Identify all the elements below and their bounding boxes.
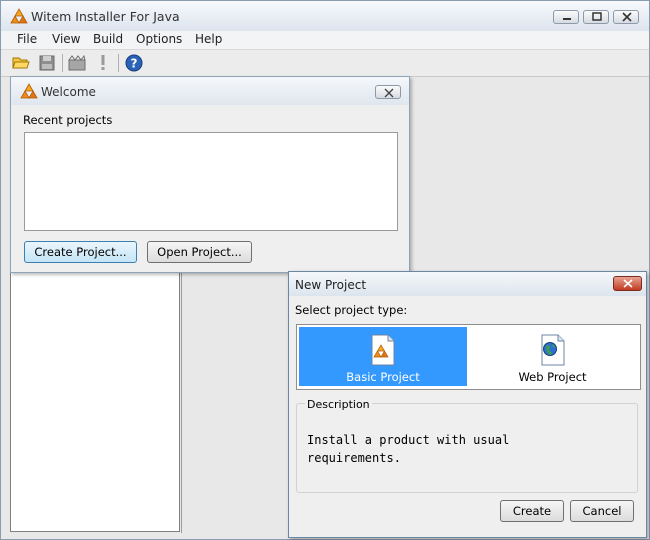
description-group: Description Install a product with usual… xyxy=(296,398,638,493)
new-project-dialog: New Project Select project type: Basic P… xyxy=(288,271,647,538)
dialog-title: New Project xyxy=(295,278,367,292)
project-type-web[interactable]: Web Project xyxy=(467,327,638,386)
app-logo-icon xyxy=(20,83,38,103)
dialog-title-bar[interactable]: New Project xyxy=(289,272,646,296)
description-label: Description xyxy=(305,398,372,411)
menu-file[interactable]: File xyxy=(17,32,37,46)
description-text: Install a product with usual requirement… xyxy=(307,433,510,465)
web-project-label: Web Project xyxy=(518,370,587,384)
cancel-button[interactable]: Cancel xyxy=(570,500,634,522)
close-icon xyxy=(623,279,633,288)
build-icon[interactable] xyxy=(67,53,87,73)
menu-options[interactable]: Options xyxy=(136,32,182,46)
close-icon xyxy=(384,88,394,98)
menu-build[interactable]: Build xyxy=(93,32,123,46)
help-icon[interactable]: ? xyxy=(124,53,144,73)
window-title: Witem Installer For Java xyxy=(31,9,180,24)
create-project-button[interactable]: Create Project... xyxy=(24,241,137,263)
web-project-icon xyxy=(539,333,567,370)
minimize-icon xyxy=(563,18,571,20)
title-bar[interactable]: Witem Installer For Java xyxy=(1,1,649,31)
maximize-icon xyxy=(592,12,602,21)
close-button[interactable] xyxy=(613,10,639,24)
svg-text:?: ? xyxy=(131,57,138,71)
save-icon[interactable] xyxy=(37,53,57,73)
toolbar-separator xyxy=(118,54,119,72)
project-type-basic[interactable]: Basic Project xyxy=(299,327,467,386)
minimize-button[interactable] xyxy=(553,10,579,24)
toolbar-separator xyxy=(62,54,63,72)
welcome-panel: Welcome Recent projects Create Project..… xyxy=(10,76,410,273)
recent-projects-label: Recent projects xyxy=(23,113,113,127)
dialog-close-button[interactable] xyxy=(613,276,642,291)
run-icon[interactable] xyxy=(93,53,113,73)
toolbar: ? xyxy=(1,50,649,77)
maximize-button[interactable] xyxy=(583,10,609,24)
close-icon xyxy=(622,12,632,22)
open-folder-icon[interactable] xyxy=(11,53,31,73)
menu-bar: File View Build Options Help xyxy=(1,31,649,50)
welcome-title-bar[interactable]: Welcome xyxy=(11,77,409,105)
app-logo-icon xyxy=(10,8,28,28)
open-project-button[interactable]: Open Project... xyxy=(147,241,252,263)
create-button[interactable]: Create xyxy=(500,500,564,522)
menu-view[interactable]: View xyxy=(52,32,80,46)
basic-project-icon xyxy=(369,333,397,370)
select-type-label: Select project type: xyxy=(295,303,408,317)
project-type-list: Basic Project Web Project xyxy=(296,324,641,390)
basic-project-label: Basic Project xyxy=(346,370,420,384)
menu-help[interactable]: Help xyxy=(195,32,222,46)
welcome-close-button[interactable] xyxy=(375,85,401,99)
recent-projects-list[interactable] xyxy=(24,132,398,231)
welcome-title: Welcome xyxy=(41,85,96,99)
